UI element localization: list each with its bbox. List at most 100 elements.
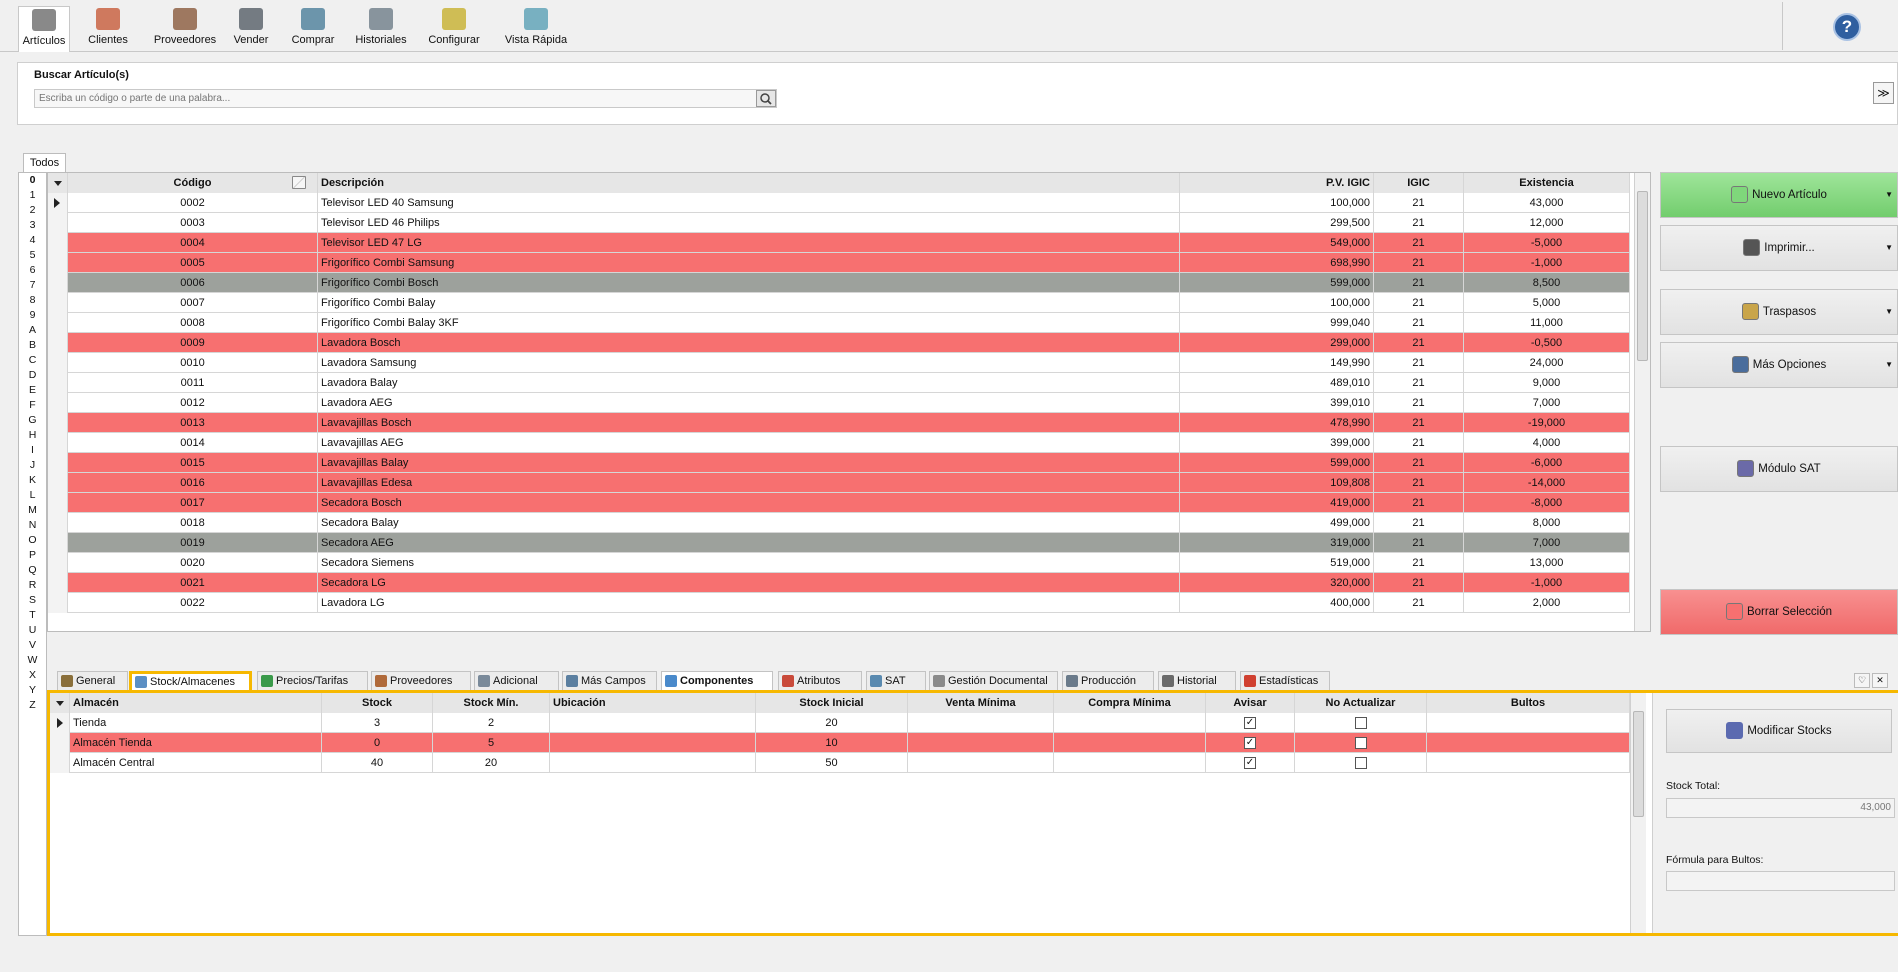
table-row[interactable]: 0012 Lavadora AEG 399,010 21 7,000	[48, 393, 1630, 413]
tab-gestión-documental[interactable]: Gestión Documental	[929, 671, 1058, 690]
alpha-filter-item[interactable]: O	[19, 533, 46, 548]
alpha-filter-item[interactable]: I	[19, 443, 46, 458]
alpha-filter-item[interactable]: E	[19, 383, 46, 398]
alpha-filter-item[interactable]: 3	[19, 218, 46, 233]
toolbar-configurar-button[interactable]: Configurar	[425, 8, 483, 46]
alpha-filter-item[interactable]: L	[19, 488, 46, 503]
no-update-checkbox[interactable]	[1354, 717, 1367, 730]
no-update-checkbox[interactable]	[1354, 757, 1367, 770]
column-header[interactable]: Avisar	[1206, 693, 1295, 713]
alpha-filter-item[interactable]: 2	[19, 203, 46, 218]
tab-historial[interactable]: Historial	[1158, 671, 1236, 690]
alpha-filter-item[interactable]: 7	[19, 278, 46, 293]
alpha-filter-item[interactable]: S	[19, 593, 46, 608]
table-row[interactable]: 0018 Secadora Balay 499,000 21 8,000	[48, 513, 1630, 533]
table-row[interactable]: 0019 Secadora AEG 319,000 21 7,000	[48, 533, 1630, 553]
column-header[interactable]: Venta Mínima	[908, 693, 1054, 713]
column-header[interactable]: No Actualizar	[1295, 693, 1427, 713]
toolbar-vender-button[interactable]: Vender	[231, 8, 271, 46]
table-row[interactable]: 0016 Lavavajillas Edesa 109,808 21 -14,000	[48, 473, 1630, 493]
alpha-filter-item[interactable]: 4	[19, 233, 46, 248]
tab-todos[interactable]: Todos	[23, 153, 66, 172]
table-row[interactable]: 0002 Televisor LED 40 Samsung 100,000 21 43,…	[48, 193, 1630, 213]
collapse-panel-button[interactable]: ≫	[1873, 82, 1894, 104]
row-selector[interactable]	[48, 293, 68, 313]
tab-sat[interactable]: SAT	[866, 671, 926, 690]
alpha-filter-item[interactable]: V	[19, 638, 46, 653]
alpha-filter-item[interactable]: G	[19, 413, 46, 428]
row-selector[interactable]	[48, 253, 68, 273]
alpha-filter-item[interactable]: P	[19, 548, 46, 563]
table-row[interactable]: 0004 Televisor LED 47 LG 549,000 21 -5,000	[48, 233, 1630, 253]
traspasos-button[interactable]: Traspasos ▼	[1660, 289, 1898, 335]
row-selector[interactable]	[48, 313, 68, 333]
row-selector[interactable]	[48, 233, 68, 253]
alpha-filter-item[interactable]: M	[19, 503, 46, 518]
table-row[interactable]: 0008 Frigorífico Combi Balay 3KF 999,040 21…	[48, 313, 1630, 333]
toolbar-historiales-button[interactable]: Historiales	[351, 8, 411, 46]
alpha-filter-item[interactable]: Z	[19, 698, 46, 713]
alpha-filter-item[interactable]: D	[19, 368, 46, 383]
alpha-filter-item[interactable]: 5	[19, 248, 46, 263]
column-header[interactable]: Código	[68, 173, 318, 193]
warn-checkbox[interactable]: ✓	[1244, 737, 1256, 750]
row-selector[interactable]	[50, 713, 70, 733]
toolbar-clientes-button[interactable]: Clientes	[84, 8, 132, 46]
row-selector[interactable]	[48, 453, 68, 473]
alpha-filter-item[interactable]: R	[19, 578, 46, 593]
chevron-down-icon[interactable]	[56, 701, 64, 706]
close-panel-button[interactable]: ✕	[1872, 673, 1888, 688]
table-cell[interactable]: ✓	[1206, 713, 1295, 733]
borrar-selección-button[interactable]: Borrar Selección	[1660, 589, 1898, 635]
column-header[interactable]: Bultos	[1427, 693, 1630, 713]
row-selector[interactable]	[50, 753, 70, 773]
chevron-down-icon[interactable]: ▼	[1885, 343, 1893, 387]
toolbar-proveedores-button[interactable]: Proveedores	[143, 8, 227, 46]
stock-total-field[interactable]: 43,000	[1666, 798, 1895, 818]
tab-adicional[interactable]: Adicional	[474, 671, 559, 690]
table-cell[interactable]	[1295, 753, 1427, 773]
toolbar-comprar-button[interactable]: Comprar	[289, 8, 337, 46]
table-row[interactable]: 0015 Lavavajillas Balay 599,000 21 -6,000	[48, 453, 1630, 473]
row-selector[interactable]	[48, 393, 68, 413]
chevron-down-icon[interactable]	[54, 181, 62, 186]
table-row[interactable]: 0009 Lavadora Bosch 299,000 21 -0,500	[48, 333, 1630, 353]
table-row[interactable]: 0021 Secadora LG 320,000 21 -1,000	[48, 573, 1630, 593]
column-header[interactable]: Almacén	[70, 693, 322, 713]
table-row[interactable]: 0010 Lavadora Samsung 149,990 21 24,000	[48, 353, 1630, 373]
alpha-filter-item[interactable]: F	[19, 398, 46, 413]
grid-scroll-thumb[interactable]	[1637, 191, 1648, 361]
warehouse-row[interactable]: Almacén Central 40 20 50 ✓	[50, 753, 1630, 773]
alpha-filter-item[interactable]: W	[19, 653, 46, 668]
alpha-filter-item[interactable]: Q	[19, 563, 46, 578]
nuevo-artículo-button[interactable]: Nuevo Artículo ▼	[1660, 172, 1898, 218]
alpha-filter-item[interactable]: 9	[19, 308, 46, 323]
table-cell[interactable]	[1295, 713, 1427, 733]
alpha-filter-item[interactable]: A	[19, 323, 46, 338]
column-header[interactable]: Ubicación	[550, 693, 756, 713]
tab-estadísticas[interactable]: Estadísticas	[1240, 671, 1330, 690]
tab-precios-tarifas[interactable]: Precios/Tarifas	[257, 671, 368, 690]
alpha-filter-item[interactable]: 0	[19, 173, 46, 188]
table-row[interactable]: 0011 Lavadora Balay 489,010 21 9,000	[48, 373, 1630, 393]
alpha-filter-item[interactable]: C	[19, 353, 46, 368]
column-header[interactable]: IGIC	[1374, 173, 1464, 193]
tab-producción[interactable]: Producción	[1062, 671, 1154, 690]
search-input[interactable]	[34, 89, 777, 108]
row-selector[interactable]	[48, 273, 68, 293]
grid-scrollbar[interactable]	[1634, 173, 1650, 631]
row-selector[interactable]	[48, 553, 68, 573]
row-selector[interactable]	[48, 493, 68, 513]
row-selector[interactable]	[48, 213, 68, 233]
no-update-checkbox[interactable]	[1354, 737, 1367, 750]
tab-componentes[interactable]: Componentes	[661, 671, 773, 690]
row-selector[interactable]	[48, 433, 68, 453]
warn-checkbox[interactable]: ✓	[1244, 757, 1256, 770]
warehouses-scroll-thumb[interactable]	[1633, 711, 1644, 817]
column-header[interactable]: P.V. IGIC	[1180, 173, 1374, 193]
warehouse-row[interactable]: Almacén Tienda 0 5 10 ✓	[50, 733, 1630, 753]
formula-field[interactable]	[1666, 871, 1895, 891]
column-header[interactable]: Descripción	[318, 173, 1180, 193]
column-header[interactable]: Compra Mínima	[1054, 693, 1206, 713]
alpha-filter-item[interactable]: Y	[19, 683, 46, 698]
